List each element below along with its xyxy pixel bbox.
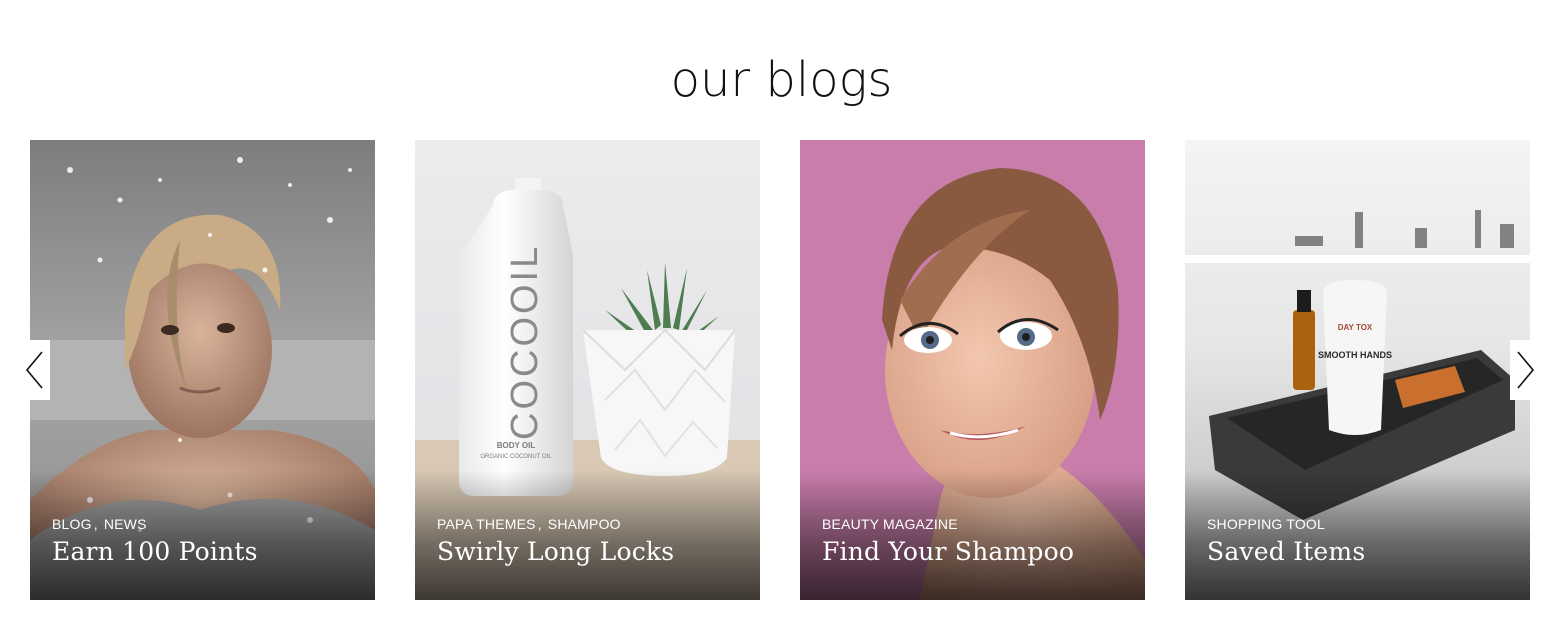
bottle-brand-text: COCOOIL [504, 244, 546, 440]
blog-card[interactable]: DAY TOX SMOOTH HANDS SHOPPING TOOL Saved… [1185, 140, 1530, 600]
category-link[interactable]: BEAUTY MAGAZINE [822, 516, 958, 532]
post-categories: PAPA THEMES, SHAMPOO [437, 516, 621, 532]
category-link[interactable]: SHOPPING TOOL [1207, 516, 1325, 532]
post-title[interactable]: Saved Items [1207, 537, 1365, 566]
post-categories: BEAUTY MAGAZINE [822, 516, 958, 532]
blog-card[interactable]: BLOG, NEWS Earn 100 Points [30, 140, 375, 600]
post-title[interactable]: Find Your Shampoo [822, 537, 1074, 566]
blog-carousel: BLOG, NEWS Earn 100 Points COCOOIL BODY … [30, 140, 1530, 600]
blog-card[interactable]: COCOOIL BODY OIL ORGANIC COCONUT OIL PAP… [415, 140, 760, 600]
tube-product-text: SMOOTH HANDS [1318, 350, 1392, 360]
category-link[interactable]: NEWS [104, 516, 147, 532]
chevron-left-icon [25, 351, 43, 389]
post-title[interactable]: Swirly Long Locks [437, 537, 674, 566]
category-separator: , [93, 516, 98, 532]
card-gradient-overlay [30, 470, 375, 600]
tube-brand-text: DAY TOX [1338, 323, 1373, 332]
card-gradient-overlay [415, 470, 760, 600]
chevron-right-icon [1517, 351, 1535, 389]
post-categories: SHOPPING TOOL [1207, 516, 1325, 532]
bottle-line2-text: ORGANIC COCONUT OIL [480, 454, 552, 460]
bottle-line1-text: BODY OIL [497, 441, 536, 450]
category-link[interactable]: BLOG [52, 516, 92, 532]
category-link[interactable]: SHAMPOO [548, 516, 621, 532]
post-title[interactable]: Earn 100 Points [52, 537, 258, 566]
carousel-prev-button[interactable] [20, 340, 50, 400]
carousel-next-button[interactable] [1510, 340, 1540, 400]
section-title: our blogs [670, 52, 893, 108]
card-gradient-overlay [1185, 470, 1530, 600]
category-separator: , [537, 516, 542, 532]
blog-card[interactable]: BEAUTY MAGAZINE Find Your Shampoo [800, 140, 1145, 600]
card-gradient-overlay [800, 470, 1145, 600]
post-categories: BLOG, NEWS [52, 516, 147, 532]
category-link[interactable]: PAPA THEMES [437, 516, 536, 532]
